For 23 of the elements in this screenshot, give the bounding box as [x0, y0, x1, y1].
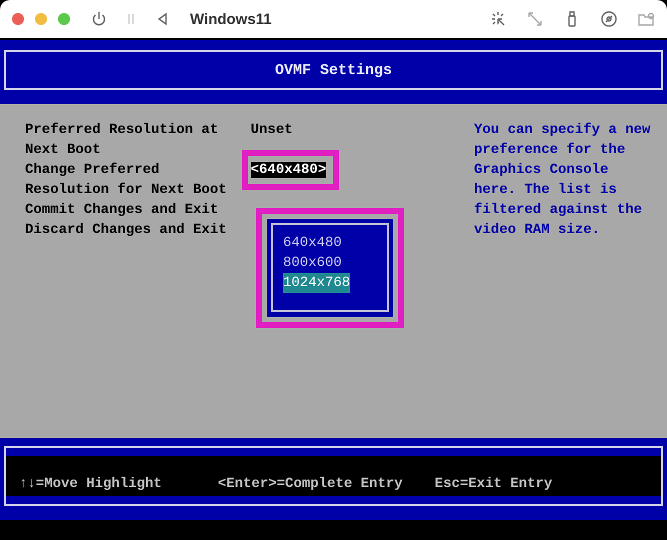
- minimize-button[interactable]: [35, 13, 47, 25]
- cursor-icon[interactable]: [489, 10, 507, 28]
- help-text: You can specify a new preference for the Graphics Console here. The list is filtered against the video RAM size.: [474, 121, 650, 240]
- resolution-option[interactable]: 1024x768: [283, 273, 350, 293]
- setting-label[interactable]: Change Preferred Resolution for Next Boot: [25, 160, 227, 200]
- key-hint: <Enter>=Complete Entry: [218, 475, 403, 494]
- setting-value[interactable]: <640x480>: [250, 162, 326, 178]
- resolution-option[interactable]: 800x600: [283, 253, 342, 273]
- key-hint: ↑↓=Move Highlight: [19, 475, 162, 494]
- setting-label[interactable]: Preferred Resolution at Next Boot: [25, 120, 227, 160]
- resolution-option[interactable]: 640x480: [283, 233, 342, 253]
- window-title: Windows11: [190, 10, 272, 28]
- zoom-button[interactable]: [58, 13, 70, 25]
- close-button[interactable]: [12, 13, 24, 25]
- key-hint: Esc=Exit Entry: [434, 475, 552, 494]
- setting-label[interactable]: Commit Changes and Exit: [25, 200, 227, 220]
- power-icon[interactable]: [90, 10, 108, 28]
- resize-icon[interactable]: [526, 10, 544, 28]
- disc-icon[interactable]: [600, 10, 618, 28]
- setting-value[interactable]: Unset: [250, 122, 293, 138]
- setting-label[interactable]: Discard Changes and Exit: [25, 220, 227, 240]
- header-title: OVMF Settings: [274, 62, 392, 78]
- folder-icon[interactable]: [637, 10, 655, 28]
